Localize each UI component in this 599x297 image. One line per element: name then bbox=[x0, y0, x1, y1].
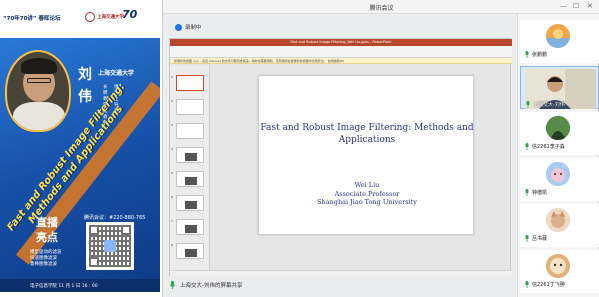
participant-name: 上海交大-刘伟 bbox=[533, 102, 565, 108]
poster-header: “70年70讲” 春晖论坛 上海交通大学 70 bbox=[0, 0, 160, 38]
window-titlebar[interactable]: 腾讯会议 — ☐ ✕ bbox=[163, 0, 599, 14]
minimize-button[interactable]: — bbox=[560, 2, 567, 10]
slide-number: 1 bbox=[171, 75, 173, 79]
close-button[interactable]: ✕ bbox=[587, 2, 593, 10]
slide-position: Associate Professor bbox=[334, 189, 400, 198]
maximize-button[interactable]: ☐ bbox=[573, 2, 579, 10]
slide-thumbnail[interactable] bbox=[176, 195, 204, 211]
avatar bbox=[546, 208, 570, 232]
speaker-shirt bbox=[13, 102, 65, 130]
slide-number: 3 bbox=[171, 123, 173, 127]
event-poster: “70年70讲” 春晖论坛 上海交通大学 70 刘伟 上海交通大学 长聘教轨副教… bbox=[0, 0, 160, 292]
recording-label: 录制中 bbox=[185, 25, 202, 31]
recording-indicator[interactable]: 录制中 bbox=[175, 21, 202, 33]
slide-thumbnail[interactable] bbox=[176, 123, 204, 139]
participant-name: 张鹏鹏 bbox=[532, 52, 548, 58]
speaker-name: 刘伟 bbox=[78, 67, 92, 105]
qr-code bbox=[86, 222, 134, 270]
participant-tile[interactable]: 信2261李子淼 bbox=[520, 112, 599, 155]
poster-footer: 电子信息学院 11 月 1 日 16 : 00 bbox=[0, 279, 160, 292]
participant-tile[interactable]: 张鹏鹏 bbox=[520, 20, 599, 63]
participant-tile[interactable]: 吕书葳 bbox=[520, 204, 599, 247]
live-label: 直播 bbox=[36, 216, 58, 229]
slide-author: Wei Liu bbox=[354, 181, 380, 189]
slide-thumbnail[interactable] bbox=[176, 171, 204, 187]
slide-number: 5 bbox=[171, 171, 173, 175]
microphone-icon bbox=[525, 189, 529, 196]
screen-share-bar: 上海交大-刘伟的屏幕共享 bbox=[169, 278, 511, 292]
participant-tile[interactable]: 钟楷凯 bbox=[520, 158, 599, 201]
screen: “70年70讲” 春晖论坛 上海交通大学 70 刘伟 上海交通大学 长聘教轨副教… bbox=[0, 0, 599, 297]
slide-number: 8 bbox=[171, 243, 173, 247]
meeting-window: 腾讯会议 — ☐ ✕ 录制中 Fast and Robust Image Fil… bbox=[162, 0, 599, 297]
avatar bbox=[546, 254, 570, 278]
slide-number: 7 bbox=[171, 219, 173, 223]
slide-author-block: Wei Liu Associate Professor Shanghai Jia… bbox=[259, 181, 475, 207]
protected-view-bar: 受保护的视图 小心 - 来自 Internet 的文件可能包含病毒。除非您需要编… bbox=[170, 58, 512, 64]
slide-thumbnail[interactable] bbox=[176, 99, 204, 115]
university-logo-icon bbox=[85, 12, 95, 22]
participants-panel: 张鹏鹏 上海交大-刘伟 信2261李子淼 钟楷凯 吕书葳 信2261丁飞翀 bbox=[517, 14, 599, 297]
microphone-icon bbox=[169, 281, 176, 289]
slide-thumbnail[interactable] bbox=[176, 147, 204, 163]
participant-tile[interactable]: 信2261丁飞翀 bbox=[520, 250, 599, 293]
qr-finder bbox=[89, 225, 99, 235]
thumbnail-image bbox=[185, 177, 197, 185]
tencent-meeting-logo-icon bbox=[104, 240, 116, 252]
thumbnail-image bbox=[185, 153, 197, 161]
slide-thumbnails: 1 2 3 4 5 6 7 8 bbox=[170, 65, 210, 270]
avatar bbox=[546, 24, 570, 48]
ppt-ribbon bbox=[170, 46, 512, 58]
microphone-icon bbox=[526, 101, 530, 108]
speaker-affiliation: 上海交通大学 bbox=[98, 70, 135, 77]
participant-tile-active[interactable]: 上海交大-刘伟 bbox=[520, 66, 599, 109]
ppt-titlebar: Fast and Robust Image Filtering_Wei Liu.… bbox=[170, 39, 512, 46]
avatar bbox=[546, 116, 570, 140]
university-logo-text: 上海交通大学 bbox=[97, 15, 124, 20]
microphone-icon bbox=[525, 51, 529, 58]
slide-thumbnail[interactable] bbox=[176, 75, 204, 91]
slide-number: 6 bbox=[171, 195, 173, 199]
thumbnail-image bbox=[185, 225, 197, 233]
ppt-window-title: Fast and Robust Image Filtering_Wei Liu.… bbox=[290, 40, 392, 44]
slide-affiliation: Shanghai Jiao Tong University bbox=[317, 198, 417, 206]
speaker-glasses bbox=[27, 78, 51, 83]
anniversary-logo: 70 bbox=[122, 8, 138, 21]
microphone-icon bbox=[525, 281, 529, 288]
thumbnail-image bbox=[185, 249, 197, 257]
participant-name: 钟楷凯 bbox=[532, 190, 548, 196]
slide-title: Fast and Robust Image Filtering: Methods… bbox=[260, 123, 474, 145]
microphone-icon bbox=[525, 235, 529, 242]
participant-name: 吕书葳 bbox=[532, 236, 548, 242]
screen-share-label: 上海交大-刘伟的屏幕共享 bbox=[180, 283, 243, 289]
meeting-room-id: 腾讯会议：#220-880-765 bbox=[84, 215, 146, 221]
highlight-item: 鲁棒图像滤波 bbox=[30, 262, 57, 267]
ppt-statusbar bbox=[170, 270, 512, 276]
speaker-hair bbox=[21, 58, 57, 74]
qr-finder bbox=[89, 257, 99, 267]
avatar bbox=[546, 162, 570, 186]
slide-thumbnail[interactable] bbox=[176, 243, 204, 259]
slide-number: 2 bbox=[171, 99, 173, 103]
poster-tag: “70年70讲” 春晖论坛 bbox=[3, 16, 61, 22]
slide-number: 4 bbox=[171, 147, 173, 151]
highlight-list: 模型驱动的滤波 快速图像滤波 鲁棒图像滤波 bbox=[30, 250, 62, 268]
record-icon bbox=[175, 23, 182, 31]
highlight-label: 亮点 bbox=[36, 231, 58, 244]
thumbnail-image bbox=[185, 201, 197, 209]
current-slide[interactable]: Fast and Robust Image Filtering: Methods… bbox=[258, 75, 474, 235]
participant-name: 信2261李子淼 bbox=[532, 144, 565, 150]
qr-finder bbox=[121, 225, 131, 235]
speaker-photo bbox=[5, 50, 71, 132]
window-title: 腾讯会议 bbox=[369, 5, 394, 12]
shared-screen[interactable]: Fast and Robust Image Filtering_Wei Liu.… bbox=[169, 38, 512, 276]
microphone-icon bbox=[525, 143, 529, 150]
participant-name: 信2261丁飞翀 bbox=[532, 282, 565, 288]
slide-thumbnail[interactable] bbox=[176, 219, 204, 235]
